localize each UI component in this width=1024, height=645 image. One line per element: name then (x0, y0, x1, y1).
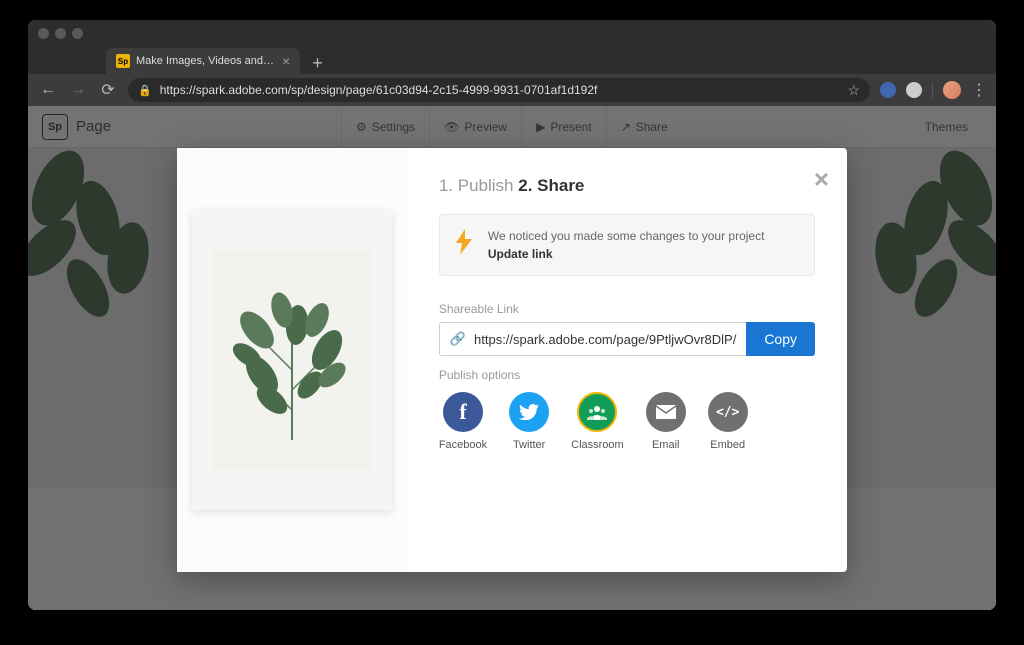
modal-preview-panel (177, 148, 407, 572)
bookmark-star-icon[interactable]: ☆ (847, 82, 860, 99)
page-preview-thumbnail (192, 210, 392, 510)
browser-tab[interactable]: Sp Make Images, Videos and Web × (106, 48, 300, 74)
bolt-icon (454, 229, 474, 261)
twitter-icon (509, 392, 549, 432)
step-publish[interactable]: 1. Publish (439, 176, 514, 195)
tab-title: Make Images, Videos and Web (136, 55, 276, 67)
new-tab-button[interactable]: + (300, 52, 335, 74)
email-label: Email (652, 439, 680, 451)
notice-line: We noticed you made some changes to your… (488, 227, 765, 245)
extension-icon[interactable] (880, 82, 896, 98)
step-share: 2. Share (518, 176, 584, 195)
close-window-button[interactable] (38, 28, 49, 39)
forward-button[interactable]: → (68, 81, 88, 99)
browser-window: Sp Make Images, Videos and Web × + ← → ⟳… (28, 20, 996, 610)
extension-icon[interactable] (906, 82, 922, 98)
maximize-window-button[interactable] (72, 28, 83, 39)
share-email-button[interactable]: Email (646, 392, 686, 451)
link-icon: 🔗 (450, 331, 466, 347)
embed-label: Embed (710, 439, 745, 451)
email-icon (646, 392, 686, 432)
share-embed-button[interactable]: </> Embed (708, 392, 748, 451)
copy-button[interactable]: Copy (746, 322, 815, 356)
classroom-label: Classroom (571, 439, 624, 451)
share-url-input[interactable]: 🔗 https://spark.adobe.com/page/9PtljwOvr… (439, 322, 746, 356)
classroom-icon (577, 392, 617, 432)
close-tab-icon[interactable]: × (282, 53, 290, 69)
embed-icon: </> (708, 392, 748, 432)
update-notice[interactable]: We noticed you made some changes to your… (439, 214, 815, 276)
favicon-icon: Sp (116, 54, 130, 68)
share-modal: × 1. Publish 2. Share We noticed you mad… (177, 148, 847, 572)
facebook-label: Facebook (439, 439, 487, 451)
app-content: Sp Page ⚙ Settings 👁 Preview ▶ Present ↗… (28, 106, 996, 610)
share-classroom-button[interactable]: Classroom (571, 392, 624, 451)
share-facebook-button[interactable]: f Facebook (439, 392, 487, 451)
url-box[interactable]: 🔒 https://spark.adobe.com/sp/design/page… (128, 78, 870, 102)
publish-options-label: Publish options (439, 368, 815, 382)
profile-avatar[interactable] (943, 81, 961, 99)
share-twitter-button[interactable]: Twitter (509, 392, 549, 451)
share-url-text: https://spark.adobe.com/page/9PtljwOvr8D… (474, 332, 736, 347)
modal-content-panel: × 1. Publish 2. Share We noticed you mad… (407, 148, 847, 572)
update-link-action[interactable]: Update link (488, 245, 765, 263)
address-bar: ← → ⟳ 🔒 https://spark.adobe.com/sp/desig… (28, 74, 996, 106)
step-indicator: 1. Publish 2. Share (439, 176, 815, 196)
reload-button[interactable]: ⟳ (98, 80, 118, 100)
minimize-window-button[interactable] (55, 28, 66, 39)
window-titlebar (28, 20, 996, 46)
tab-bar: Sp Make Images, Videos and Web × + (28, 46, 996, 74)
link-row: 🔗 https://spark.adobe.com/page/9PtljwOvr… (439, 322, 815, 356)
twitter-label: Twitter (513, 439, 545, 451)
browser-menu-button[interactable]: ⋮ (971, 80, 986, 100)
back-button[interactable]: ← (38, 81, 58, 99)
lock-icon: 🔒 (138, 84, 152, 97)
url-text: https://spark.adobe.com/sp/design/page/6… (160, 83, 840, 97)
facebook-icon: f (443, 392, 483, 432)
notice-text: We noticed you made some changes to your… (488, 227, 765, 263)
close-modal-button[interactable]: × (814, 164, 829, 195)
publish-options: f Facebook Twitter Classroom (439, 392, 815, 451)
shareable-link-label: Shareable Link (439, 302, 815, 316)
